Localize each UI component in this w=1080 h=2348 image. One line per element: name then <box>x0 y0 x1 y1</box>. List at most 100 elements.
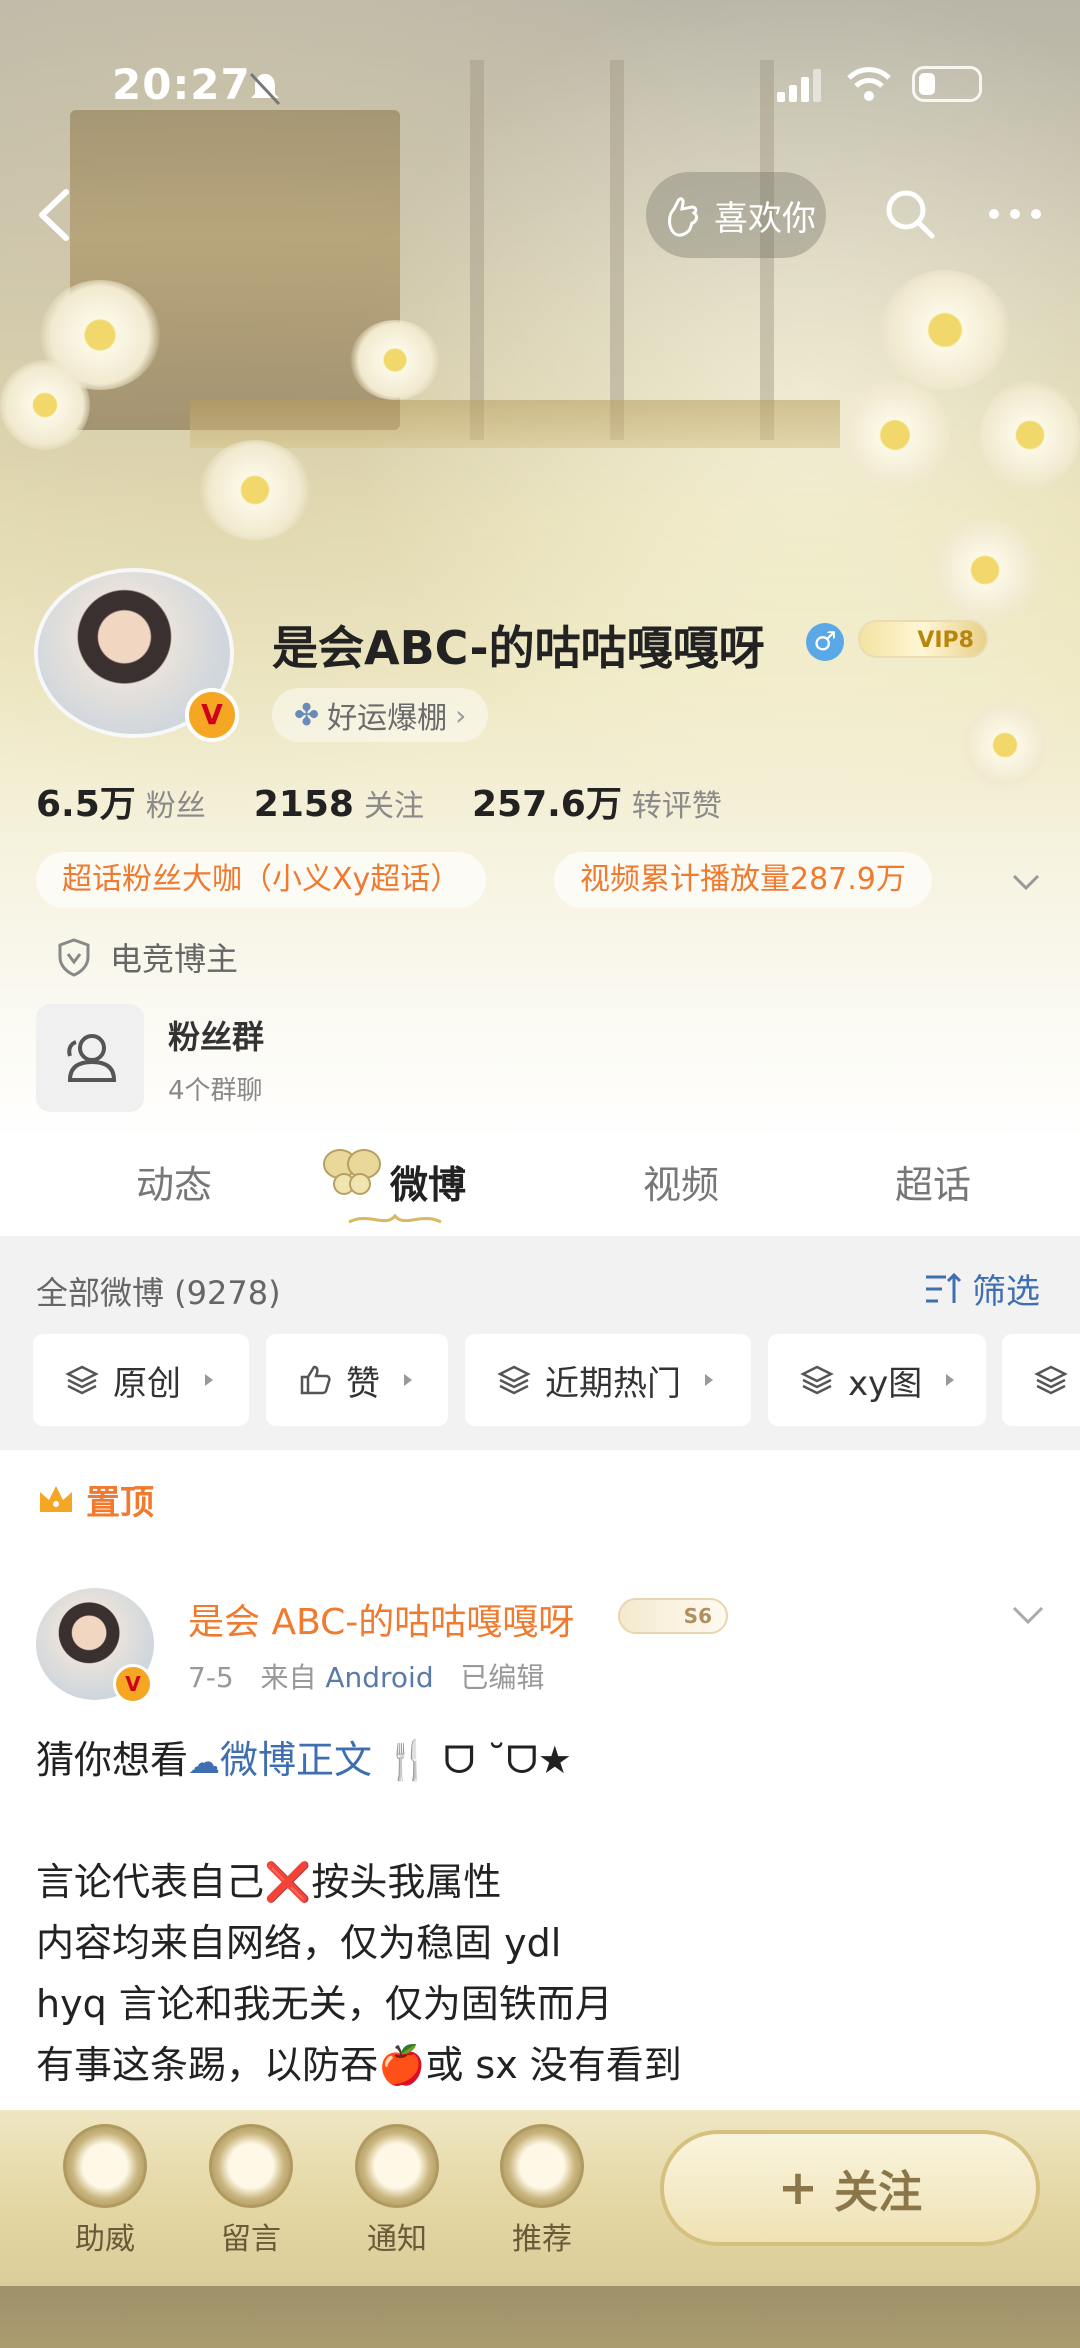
caret-right-icon <box>946 1374 955 1386</box>
supertopic-fan-tag[interactable]: 超话粉丝大咖（小义Xy超话） <box>36 852 487 908</box>
post-line: hyq 言论和我无关，仅为固铁而月 <box>36 1982 613 2026</box>
pinned-label: 置顶 <box>36 1475 154 1524</box>
like-you-button[interactable]: 喜欢你 <box>646 172 826 258</box>
caret-right-icon <box>404 1374 412 1386</box>
followers-stat[interactable]: 6.5万 粉丝 <box>36 775 206 827</box>
recommend-button[interactable]: 推荐 <box>487 2124 597 2258</box>
follow-label: 关注 <box>834 2167 923 2218</box>
engagement-label: 转评赞 <box>631 789 722 824</box>
fan-group-entry[interactable]: 粉丝群 4个群聊 <box>36 1004 736 1112</box>
chevron-down-icon[interactable] <box>1006 862 1046 902</box>
apple-icon: 🍎 <box>378 2043 426 2087</box>
cloud-icon: ☁ <box>188 1743 221 1781</box>
post-date: 7-5 <box>188 1661 234 1694</box>
layers-icon <box>800 1365 834 1395</box>
profile-tags: 超话粉丝大咖（小义Xy超话） 视频累计播放量287.9万 <box>36 852 1046 908</box>
post-text: 或 sx 没有看到 <box>425 2043 682 2087</box>
chip-xy-pics-label: xy图 <box>848 1363 923 1404</box>
more-options-icon[interactable] <box>980 184 1050 244</box>
layers-icon <box>497 1365 531 1395</box>
tab-weibo[interactable]: 微博 <box>390 1154 466 1209</box>
following-count: 2158 <box>253 784 354 825</box>
layers-icon <box>65 1365 99 1395</box>
chip-overflow[interactable] <box>1002 1334 1080 1426</box>
tab-indicator-ornament <box>348 1213 442 1224</box>
wifi-icon <box>847 67 891 101</box>
post-text: 猜你想看 <box>36 1738 189 1782</box>
back-arrow-icon[interactable] <box>28 182 88 248</box>
luck-status-pill[interactable]: ✤ 好运爆棚 › <box>272 688 489 742</box>
tab-activity[interactable]: 动态 <box>136 1154 212 1209</box>
status-bar: 20:27 <box>0 50 1080 130</box>
post-line-blank <box>36 1791 1046 1852</box>
cheer-icon <box>63 2124 147 2208</box>
post-author-name[interactable]: 是会 ABC-的咕咕嘎嘎呀 <box>188 1593 574 1645</box>
search-icon[interactable] <box>880 184 940 244</box>
bell-muted-icon <box>249 72 281 106</box>
post-meta: 7-5 来自 Android 已编辑 <box>188 1656 544 1696</box>
post-text: 按头我属性 <box>311 1860 502 1904</box>
tab-video[interactable]: 视频 <box>643 1154 719 1209</box>
crown-icon <box>40 1485 72 1512</box>
cheer-label: 助威 <box>75 2222 135 2257</box>
post-verified-badge: V <box>113 1664 153 1704</box>
following-label: 关注 <box>363 789 424 824</box>
hand-heart-icon <box>668 197 698 237</box>
clover-icon: ✤ <box>294 697 320 733</box>
notify-label: 通知 <box>367 2222 427 2257</box>
all-posts-count: 全部微博 (9278) <box>36 1274 281 1312</box>
cheer-button[interactable]: 助威 <box>50 2124 160 2258</box>
plus-icon: + <box>777 2160 819 2216</box>
caret-right-icon <box>205 1374 213 1386</box>
notify-icon <box>355 2124 439 2208</box>
message-button[interactable]: 留言 <box>196 2124 306 2258</box>
shield-icon <box>58 938 90 977</box>
balustrade-art <box>190 400 840 448</box>
follow-button[interactable]: + 关注 <box>660 2130 1040 2246</box>
filter-button[interactable]: 筛选 <box>924 1264 1040 1313</box>
layers-icon <box>1034 1365 1068 1395</box>
engagement-count: 257.6万 <box>471 784 622 825</box>
video-plays-tag[interactable]: 视频累计播放量287.9万 <box>554 852 932 908</box>
bottom-action-bar: 助威 留言 通知 推荐 + 关注 <box>0 2110 1080 2348</box>
verified-badge: V <box>185 688 239 742</box>
chip-original[interactable]: 原创 <box>33 1334 249 1426</box>
followers-count: 6.5万 <box>36 784 136 825</box>
full-text-link[interactable]: 微博正文 <box>220 1738 372 1782</box>
post-line: 内容均来自网络，仅为稳固 ydl <box>36 1921 562 1965</box>
luck-label: 好运爆棚 <box>327 701 448 736</box>
post-edited: 已编辑 <box>460 1661 545 1694</box>
following-stat[interactable]: 2158 关注 <box>254 781 424 825</box>
chip-likes[interactable]: 赞 <box>266 1334 448 1426</box>
chevron-down-icon[interactable] <box>1008 1598 1048 1634</box>
pinned-text: 置顶 <box>86 1483 154 1523</box>
post-text: 有事这条踢，以防吞 <box>36 2043 379 2087</box>
male-gender-icon: ♂ <box>806 623 844 661</box>
fork-knife-icon: 🍴 <box>384 1738 432 1782</box>
top-navigation: 喜欢你 <box>0 170 1080 260</box>
post-text: 言论代表自己 <box>36 1860 265 1904</box>
recommend-label: 推荐 <box>512 2222 572 2257</box>
post-line: 猜你想看☁微博正文 🍴 ᗜ ˘ᗜ★ <box>36 1730 1046 1791</box>
profile-name: 是会ABC-的咕咕嘎嘎呀 <box>272 621 765 675</box>
vip-badge[interactable]: VIP8 <box>858 620 988 658</box>
group-subtitle: 4个群聊 <box>168 1076 263 1106</box>
engagement-stat[interactable]: 257.6万 转评赞 <box>472 775 722 827</box>
railing-art <box>0 2286 1080 2348</box>
post-line: 言论代表自己❌按头我属性 <box>36 1852 1046 1913</box>
like-you-label: 喜欢你 <box>714 198 816 239</box>
thumbs-up-icon <box>300 1365 331 1395</box>
clock: 20:27 <box>112 60 251 109</box>
chip-xy-pics[interactable]: xy图 <box>768 1334 986 1426</box>
chevron-right-icon: › <box>455 698 467 732</box>
chip-recent-hot[interactable]: 近期热门 <box>465 1334 751 1426</box>
role-label: 电竞博主 <box>56 934 238 980</box>
notify-button[interactable]: 通知 <box>342 2124 452 2258</box>
tab-supertopic[interactable]: 超话 <box>895 1154 971 1209</box>
post-emoticon: ᗜ ˘ᗜ★ <box>431 1738 572 1782</box>
profile-tabs: 动态 微博 视频 超话 <box>0 1140 1080 1236</box>
profile-stats: 6.5万 粉丝 2158 关注 257.6万 转评赞 <box>36 775 722 827</box>
role-text: 电竞博主 <box>110 940 239 978</box>
group-chat-icon <box>36 1004 144 1112</box>
cross-mark-icon: ❌ <box>264 1860 312 1904</box>
